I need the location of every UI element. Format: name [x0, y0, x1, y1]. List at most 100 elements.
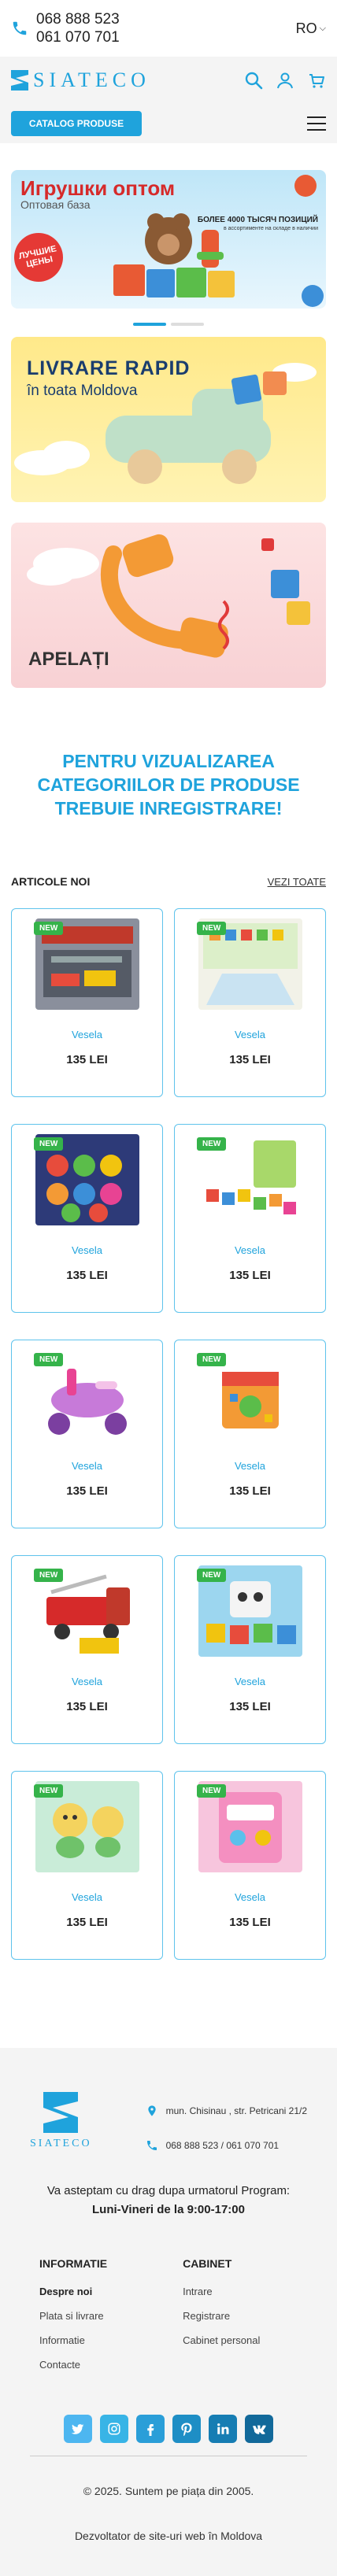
- phone-number-1[interactable]: 068 888 523: [36, 10, 120, 28]
- product-price: 135 LEI: [229, 1916, 271, 1929]
- footer-link-about[interactable]: Despre noi: [39, 2286, 107, 2297]
- carousel-dot-active[interactable]: [133, 323, 166, 326]
- phone-number-2[interactable]: 061 070 701: [36, 28, 120, 46]
- product-price: 135 LEI: [66, 1916, 108, 1929]
- chevron-down-icon: ⌵: [319, 23, 326, 33]
- view-all-link[interactable]: VEZI TOATE: [268, 876, 326, 888]
- product-price: 135 LEI: [66, 1053, 108, 1066]
- promo-banner-wholesale[interactable]: Игрушки оптом Оптовая база ЛУЧШИЕ ЦЕНЫ Б…: [11, 170, 326, 309]
- new-badge: NEW: [34, 1137, 64, 1151]
- promo-banner-call[interactable]: APELAȚI: [11, 523, 326, 688]
- product-brand[interactable]: Vesela: [175, 1460, 325, 1472]
- banner-blurb: БОЛЕЕ 4000 ТЫСЯЧ ПОЗИЦИЙ: [197, 216, 318, 224]
- phone-icon: [11, 20, 28, 37]
- new-badge: NEW: [34, 1569, 64, 1582]
- product-price: 135 LEI: [229, 1269, 271, 1282]
- product-brand[interactable]: Vesela: [175, 1244, 325, 1256]
- search-icon[interactable]: [244, 71, 263, 90]
- product-price: 135 LEI: [66, 1269, 108, 1282]
- promo-banner-delivery[interactable]: LIVRARE RAPID în toata Moldova: [11, 337, 326, 502]
- product-card[interactable]: NEW Vesela 135 LEI: [11, 1555, 163, 1744]
- footer-address: mun. Chisinau , str. Petricani 21/2: [146, 2105, 307, 2117]
- product-brand[interactable]: Vesela: [12, 1676, 162, 1687]
- new-badge: NEW: [197, 1569, 227, 1582]
- header-phones[interactable]: 068 888 523 061 070 701: [11, 10, 120, 46]
- new-items-header: ARTICOLE NOI VEZI TOATE: [11, 875, 326, 888]
- product-price: 135 LEI: [66, 1700, 108, 1713]
- new-badge: NEW: [34, 1353, 64, 1366]
- footer-logo[interactable]: SIATECO: [30, 2092, 92, 2150]
- language-switcher[interactable]: RO ⌵: [296, 20, 326, 37]
- product-price: 135 LEI: [229, 1484, 271, 1498]
- hours-value: Luni-Vineri de la 9:00-17:00: [92, 2203, 245, 2216]
- new-badge: NEW: [197, 1137, 227, 1151]
- product-card[interactable]: NEW Vesela 135 LEI: [174, 1124, 326, 1313]
- working-hours: Va asteptam cu drag dupa urmatorul Progr…: [0, 2182, 337, 2219]
- product-card[interactable]: NEW Vesela 135 LEI: [11, 1771, 163, 1960]
- pinterest-icon[interactable]: [172, 2415, 201, 2443]
- product-brand[interactable]: Vesela: [175, 1676, 325, 1687]
- products-grid: NEW Vesela 135 LEI NEW Vesela 135 LEI NE…: [11, 908, 326, 1960]
- footer-logo-text: SIATECO: [30, 2138, 92, 2149]
- logo-text: SIATECO: [33, 68, 150, 91]
- cart-icon[interactable]: [307, 71, 326, 90]
- site-footer: SIATECO mun. Chisinau , str. Petricani 2…: [0, 2048, 337, 2576]
- product-card[interactable]: NEW Vesela 135 LEI: [11, 1340, 163, 1528]
- footer-link-contacts[interactable]: Contacte: [39, 2359, 107, 2371]
- carousel-dot[interactable]: [171, 323, 204, 326]
- product-price: 135 LEI: [229, 1053, 271, 1066]
- footer-link-cabinet[interactable]: Cabinet personal: [183, 2334, 260, 2346]
- info-heading: INFORMATIE: [39, 2257, 108, 2270]
- user-icon[interactable]: [276, 71, 294, 90]
- product-card[interactable]: NEW Vesela 135 LEI: [174, 1340, 326, 1528]
- footer-link-info[interactable]: Informatie: [39, 2334, 107, 2346]
- product-brand[interactable]: Vesela: [12, 1244, 162, 1256]
- developer-credit[interactable]: Dezvoltator de site-uri web în Moldova: [0, 2527, 337, 2559]
- product-brand[interactable]: Vesela: [175, 1029, 325, 1040]
- vk-icon[interactable]: [245, 2415, 273, 2443]
- phone-icon: [146, 2139, 158, 2152]
- cabinet-heading: CABINET: [183, 2257, 232, 2270]
- map-pin-icon: [146, 2105, 158, 2117]
- site-logo[interactable]: SIATECO: [11, 68, 150, 92]
- logo-mark-icon: [40, 2092, 81, 2133]
- banner-title: Игрушки оптом: [20, 176, 176, 200]
- product-brand[interactable]: Vesela: [175, 1891, 325, 1903]
- footer-cabinet-column: CABINET Intrare Registrare Cabinet perso…: [183, 2257, 260, 2383]
- product-card[interactable]: NEW Vesela 135 LEI: [174, 908, 326, 1097]
- new-badge: NEW: [34, 922, 64, 935]
- copyright: © 2025. Suntem pe piața din 2005.: [83, 2485, 254, 2497]
- product-brand[interactable]: Vesela: [12, 1891, 162, 1903]
- product-card[interactable]: NEW Vesela 135 LEI: [174, 1555, 326, 1744]
- product-card[interactable]: NEW Vesela 135 LEI: [174, 1771, 326, 1960]
- product-card[interactable]: NEW Vesela 135 LEI: [11, 908, 163, 1097]
- banner-subtitle: Оптовая база: [20, 198, 91, 211]
- footer-info-column: INFORMATIE Despre noi Plata si livrare I…: [39, 2257, 107, 2383]
- site-header: SIATECO CATALOG PRODUSE: [0, 57, 337, 143]
- language-label: RO: [295, 20, 317, 36]
- new-badge: NEW: [34, 1784, 64, 1798]
- footer-phones[interactable]: 068 888 523 / 061 070 701: [146, 2139, 307, 2152]
- banner-subtitle: în toata Moldova: [27, 383, 138, 399]
- new-badge: NEW: [197, 1353, 227, 1366]
- linkedin-icon[interactable]: [209, 2415, 237, 2443]
- section-title: ARTICOLE NOI: [11, 875, 91, 888]
- facebook-icon[interactable]: [136, 2415, 165, 2443]
- product-price: 135 LEI: [229, 1700, 271, 1713]
- instagram-icon[interactable]: [100, 2415, 128, 2443]
- new-badge: NEW: [197, 1784, 227, 1798]
- banner-blurb-detail: в ассортименте на складе в наличии: [223, 226, 318, 231]
- footer-link-payment[interactable]: Plata si livrare: [39, 2310, 107, 2322]
- phones-text[interactable]: 068 888 523 / 061 070 701: [166, 2140, 279, 2151]
- menu-icon[interactable]: [307, 116, 326, 131]
- catalog-button[interactable]: CATALOG PRODUSE: [11, 111, 142, 136]
- banner-title: APELAȚI: [28, 649, 109, 670]
- product-brand[interactable]: Vesela: [12, 1029, 162, 1040]
- banner-title: LIVRARE RAPID: [27, 357, 191, 379]
- footer-link-register[interactable]: Registrare: [183, 2310, 260, 2322]
- logo-mark-icon: [11, 70, 28, 91]
- footer-link-login[interactable]: Intrare: [183, 2286, 260, 2297]
- twitter-icon[interactable]: [64, 2415, 92, 2443]
- product-card[interactable]: NEW Vesela 135 LEI: [11, 1124, 163, 1313]
- product-brand[interactable]: Vesela: [12, 1460, 162, 1472]
